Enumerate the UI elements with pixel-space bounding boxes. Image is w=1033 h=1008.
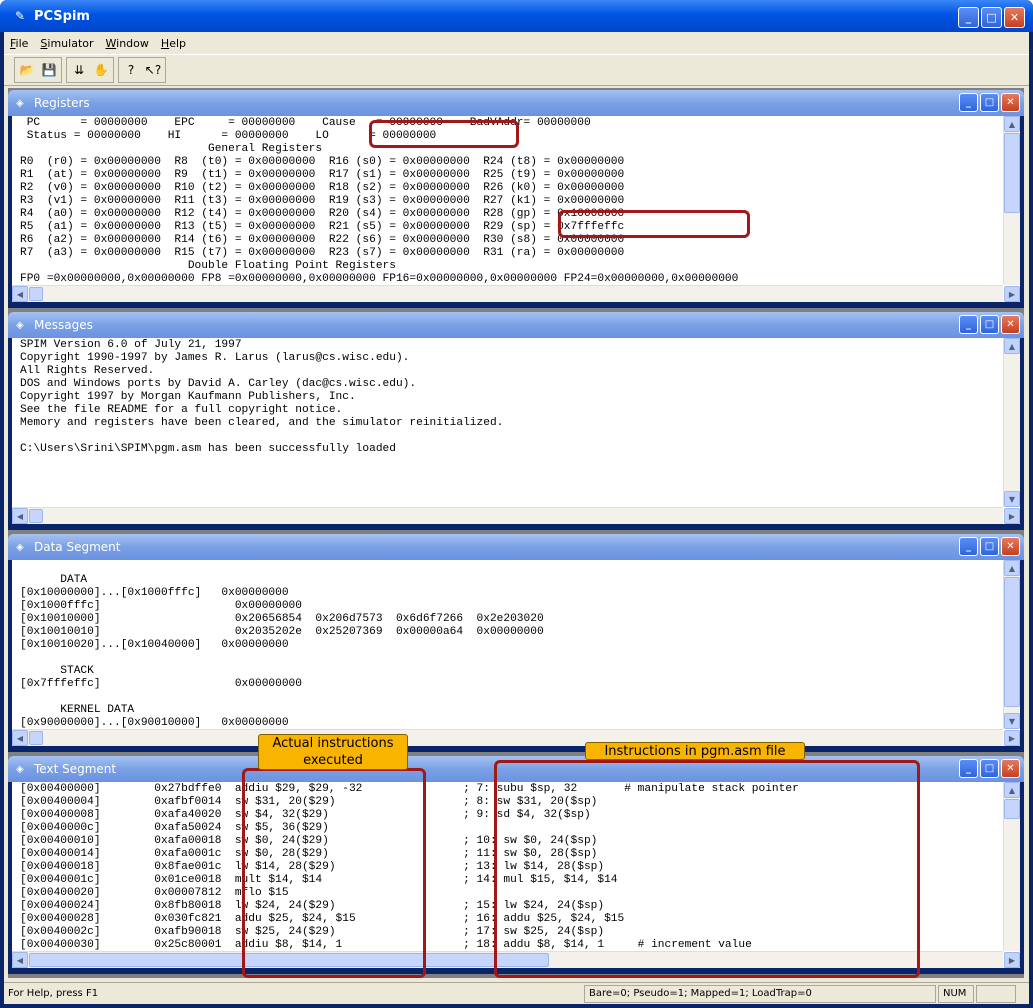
scroll-right-icon[interactable]: ▶ (1004, 730, 1020, 746)
data-vthumb[interactable] (1004, 577, 1020, 707)
menubar: File Simulator Window Help (4, 32, 1029, 54)
messages-title: Messages (34, 318, 93, 332)
text-vscrollbar[interactable]: ▲ (1003, 782, 1020, 951)
scroll-up-icon[interactable]: ▲ (1004, 782, 1020, 798)
data-segment-title: Data Segment (34, 540, 121, 554)
scroll-right-icon[interactable]: ▶ (1004, 508, 1020, 524)
data-maximize-button[interactable]: □ (980, 537, 999, 556)
scroll-up-icon[interactable]: ▲ (1004, 560, 1020, 576)
actual-instructions-highlight (242, 768, 426, 978)
data-segment-window: ◈ Data Segment _ □ ✕ DATA [0x10000000]..… (8, 534, 1024, 752)
window-icon: ◈ (16, 541, 24, 553)
breakpoint-hand-icon[interactable]: ✋ (90, 59, 112, 81)
data-hthumb[interactable] (29, 731, 43, 745)
data-hscrollbar[interactable]: ◀ ▶ (12, 729, 1020, 746)
messages-vscrollbar[interactable]: ▲ ▼ (1003, 338, 1020, 507)
scroll-up-icon[interactable]: ▲ (1004, 338, 1020, 354)
data-segment-titlebar[interactable]: ◈ Data Segment _ □ ✕ (8, 534, 1024, 560)
text-vthumb[interactable] (1004, 799, 1020, 819)
data-close-button[interactable]: ✕ (1001, 537, 1020, 556)
messages-close-button[interactable]: ✕ (1001, 315, 1020, 334)
context-help-icon[interactable]: ↖? (142, 59, 164, 81)
data-vscrollbar[interactable]: ▲ ▼ (1003, 560, 1020, 729)
status-help-text: For Help, press F1 (8, 988, 99, 999)
scroll-up-icon[interactable]: ▲ (1004, 116, 1020, 132)
toolbar: 📂 💾 ⇊ ✋ ? ↖? (4, 54, 1029, 86)
registers-close-button[interactable]: ✕ (1001, 93, 1020, 112)
text-maximize-button[interactable]: □ (980, 759, 999, 778)
app-icon: ✎ (14, 9, 26, 23)
text-segment-title: Text Segment (34, 762, 117, 776)
registers-vthumb[interactable] (1004, 133, 1020, 213)
status-num: NUM (938, 984, 974, 1003)
scroll-left-icon[interactable]: ◀ (12, 730, 28, 746)
app-titlebar[interactable]: ✎ PCSpim _ □ ✕ (0, 0, 1033, 32)
open-folder-icon[interactable]: 📂 (16, 59, 38, 81)
data-segment-text: DATA [0x10000000]...[0x1000fffc] 0x00000… (20, 574, 544, 729)
help-icon[interactable]: ? (120, 59, 142, 81)
window-icon: ◈ (16, 97, 24, 109)
messages-hthumb[interactable] (29, 509, 43, 523)
messages-content: SPIM Version 6.0 of July 21, 1997 Copyri… (12, 338, 1020, 524)
menu-file[interactable]: File (10, 37, 28, 50)
registers-titlebar[interactable]: ◈ Registers _ □ ✕ (8, 90, 1024, 116)
messages-text: SPIM Version 6.0 of July 21, 1997 Copyri… (20, 339, 504, 455)
messages-hscrollbar[interactable]: ◀ ▶ (12, 507, 1020, 524)
pcspim-window: ✎ PCSpim _ □ ✕ File Simulator Window Hel… (0, 0, 1033, 1008)
save-icon[interactable]: 💾 (38, 59, 60, 81)
close-button[interactable]: ✕ (1004, 7, 1025, 28)
registers-hthumb[interactable] (29, 287, 43, 301)
scroll-down-icon[interactable]: ▼ (1004, 491, 1020, 507)
actual-instructions-label: Actual instructions executed (258, 734, 408, 770)
scroll-right-icon[interactable]: ▶ (1004, 952, 1020, 968)
messages-minimize-button[interactable]: _ (959, 315, 978, 334)
messages-titlebar[interactable]: ◈ Messages _ □ ✕ (8, 312, 1024, 338)
statusbar: For Help, press F1 Bare=0; Pseudo=1; Map… (4, 982, 1029, 1004)
scroll-left-icon[interactable]: ◀ (12, 508, 28, 524)
sp-register-highlight (558, 210, 750, 238)
status-empty-pane (976, 984, 1016, 1003)
messages-window: ◈ Messages _ □ ✕ SPIM Version 6.0 of Jul… (8, 312, 1024, 530)
messages-maximize-button[interactable]: □ (980, 315, 999, 334)
scroll-left-icon[interactable]: ◀ (12, 952, 28, 968)
pgm-instructions-label: Instructions in pgm.asm file (585, 742, 805, 760)
menu-simulator[interactable]: Simulator (40, 37, 93, 50)
scroll-down-icon[interactable]: ▼ (1004, 713, 1020, 729)
window-icon: ◈ (16, 319, 24, 331)
window-icon: ◈ (16, 763, 24, 775)
data-segment-content: DATA [0x10000000]...[0x1000fffc] 0x00000… (12, 560, 1020, 746)
menu-help[interactable]: Help (161, 37, 186, 50)
status-flags: Bare=0; Pseudo=1; Mapped=1; LoadTrap=0 (584, 984, 936, 1003)
registers-vscrollbar[interactable]: ▲ (1003, 116, 1020, 285)
registers-maximize-button[interactable]: □ (980, 93, 999, 112)
data-minimize-button[interactable]: _ (959, 537, 978, 556)
maximize-button[interactable]: □ (981, 7, 1002, 28)
lo-register-highlight (369, 120, 519, 148)
minimize-button[interactable]: _ (958, 7, 979, 28)
registers-hscrollbar[interactable]: ◀ ▶ (12, 285, 1020, 302)
step-icon[interactable]: ⇊ (68, 59, 90, 81)
registers-minimize-button[interactable]: _ (959, 93, 978, 112)
menu-window[interactable]: Window (106, 37, 149, 50)
app-title: PCSpim (34, 8, 90, 24)
scroll-right-icon[interactable]: ▶ (1004, 286, 1020, 302)
text-close-button[interactable]: ✕ (1001, 759, 1020, 778)
registers-title: Registers (34, 96, 90, 110)
text-minimize-button[interactable]: _ (959, 759, 978, 778)
pgm-instructions-highlight (494, 760, 920, 978)
scroll-left-icon[interactable]: ◀ (12, 286, 28, 302)
